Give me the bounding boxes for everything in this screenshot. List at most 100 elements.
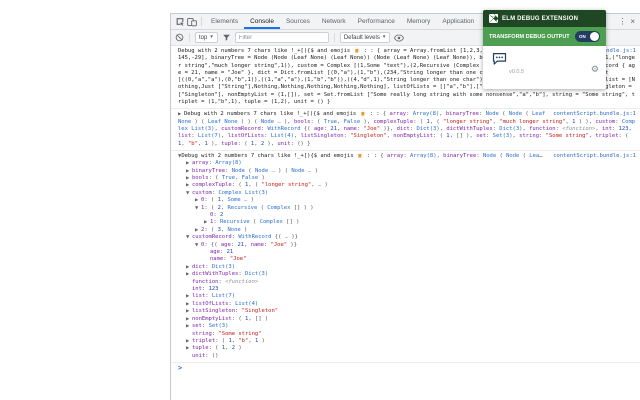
- tree-row[interactable]: ▶1: Recursive ( Complex [] ): [178, 219, 636, 226]
- token: : (: [238, 141, 251, 147]
- tree-row[interactable]: ▶dict: Dict(3): [178, 264, 636, 271]
- tree-row[interactable]: ▼0: {( age: 21, name: "Joe" )}: [178, 242, 636, 249]
- token: :: [486, 133, 493, 139]
- expanded-message-header[interactable]: ▼Debug with 2 numbers 7 chars like !_+[)…: [178, 153, 636, 160]
- tab-application[interactable]: Application: [436, 14, 480, 29]
- source-link[interactable]: contentScript.bundle.js:1: [553, 153, 636, 160]
- tab-elements[interactable]: Elements: [205, 14, 244, 29]
- token: "Singleton": [242, 308, 278, 314]
- token: :: [238, 271, 245, 277]
- token: unit: [192, 353, 205, 359]
- token: 21: [330, 126, 337, 132]
- context-selector[interactable]: top ▼: [195, 32, 218, 43]
- toggle-label: TRANSFORM DEBUG OUTPUT: [489, 34, 570, 40]
- token: : (: [232, 182, 245, 188]
- tab-sources[interactable]: Sources: [280, 14, 316, 29]
- token: None: [224, 119, 237, 125]
- tree-row[interactable]: ▶tuple: ( 1, 2 ): [178, 345, 636, 352]
- tree-row[interactable]: ▶nonEmptyList: ( 1, [] ): [178, 316, 636, 323]
- token: : (: [311, 119, 324, 125]
- tab-memory[interactable]: Memory: [401, 14, 436, 29]
- token: "b": [188, 141, 198, 147]
- token: ,: [244, 242, 251, 248]
- token: Node: [483, 153, 496, 159]
- token: custom: [192, 190, 212, 196]
- tree-row[interactable]: ▶0: ( 1, Some … ): [178, 197, 636, 204]
- token: :: [213, 219, 220, 225]
- token: :: [212, 190, 219, 196]
- console-prompt[interactable]: >: [171, 363, 640, 374]
- filter-funnel-icon[interactable]: [222, 33, 231, 42]
- token: : (: [209, 175, 222, 181]
- token: dictWithTuples: [446, 126, 492, 132]
- tree-row[interactable]: ▶dictWithTuples: Dict(3): [178, 271, 636, 278]
- tree-row[interactable]: ▶triplet: ( 1, "b", 1 ): [178, 338, 636, 345]
- token: tuple: [192, 345, 209, 351]
- token: Debug with 2 numbers 7 chars like !_+[){…: [181, 153, 380, 159]
- tree-row[interactable]: ▶list: List(7): [178, 293, 636, 300]
- tree-row[interactable]: ▶2: ( 3, None ): [178, 227, 636, 234]
- feedback-chat-button[interactable]: [491, 52, 507, 66]
- token: Node: [291, 168, 304, 174]
- token: dictWithTuples: [192, 271, 238, 277]
- elm-debug-extension-popup: ELM DEBUG EXTENSION TRANSFORM DEBUG OUTP…: [483, 10, 606, 89]
- inspect-cursor-icon[interactable]: [174, 15, 186, 28]
- tab-network[interactable]: Network: [316, 14, 352, 29]
- token: ,: [337, 126, 344, 132]
- tree-row[interactable]: ▶set: Set(3): [178, 323, 636, 330]
- token: WithRecord: [238, 234, 271, 240]
- tree-row: int: 123: [178, 286, 636, 293]
- token: : (: [209, 345, 222, 351]
- token: :: [264, 242, 271, 248]
- tree-row[interactable]: ▼1: ( 2, Recursive ( Complex [] ) ): [178, 205, 636, 212]
- token: ): [258, 175, 265, 181]
- tree-row[interactable]: ▼customRecord: WithRecord {( … )}: [178, 234, 636, 241]
- transform-toggle[interactable]: ON: [575, 31, 600, 42]
- tab-console[interactable]: Console: [244, 14, 280, 29]
- token: (: [519, 153, 529, 159]
- token: ,: [294, 133, 301, 139]
- tree-row[interactable]: ▶array: Array(8): [178, 160, 636, 167]
- tree-row[interactable]: ▶binaryTree: Node ( Node … ) ( Node … ): [178, 168, 636, 175]
- log-levels-dropdown[interactable]: Default levels ▼: [340, 32, 391, 43]
- token: ,: [248, 338, 255, 344]
- token: bools: [294, 119, 311, 125]
- tree-row[interactable]: ▼custom: Complex List(3): [178, 190, 636, 197]
- token: …: [305, 168, 315, 174]
- token: tuple: [221, 141, 238, 147]
- token: 123: [209, 286, 219, 292]
- clear-console-button[interactable]: [175, 33, 184, 42]
- token: : (: [204, 197, 217, 203]
- live-expression-eye-icon[interactable]: [394, 34, 404, 42]
- tree-row[interactable]: ▶listOfLists: List(4): [178, 301, 636, 308]
- token: 2: [220, 212, 223, 218]
- toggle-state-label: ON: [579, 34, 586, 39]
- token: :: [213, 212, 220, 218]
- device-toolbar-icon[interactable]: [186, 15, 198, 28]
- settings-gear-icon[interactable]: ⚙: [591, 66, 599, 75]
- kebab-menu-icon[interactable]: ⋮: [618, 17, 626, 26]
- token: age: [314, 126, 324, 132]
- token: ): [258, 338, 265, 344]
- token: 21: [227, 249, 234, 255]
- close-devtools-icon[interactable]: ×: [630, 17, 635, 26]
- token: listOfLists: [228, 133, 264, 139]
- token: ,: [311, 182, 318, 188]
- token: <function>: [562, 126, 595, 132]
- token: False: [242, 175, 259, 181]
- token: :: [202, 323, 209, 329]
- filter-input[interactable]: [235, 32, 329, 43]
- tab-performance[interactable]: Performance: [352, 14, 401, 29]
- token: ,: [235, 175, 242, 181]
- token: Node: [261, 119, 274, 125]
- tree-row[interactable]: ▶bools: ( True, False ): [178, 175, 636, 182]
- token: {: [380, 153, 387, 159]
- tree-row[interactable]: ▶listSingleton: "Singleton": [178, 308, 636, 315]
- source-link[interactable]: contentScript.bundle.js:1: [553, 111, 636, 118]
- token: ): [315, 168, 318, 174]
- token: ,: [221, 205, 228, 211]
- tree-row[interactable]: ▶complexTuple: ( 1, ( "longer string", ……: [178, 182, 636, 189]
- token: None: [228, 227, 241, 233]
- token: listSingleton: [192, 308, 235, 314]
- token: "b": [238, 338, 248, 344]
